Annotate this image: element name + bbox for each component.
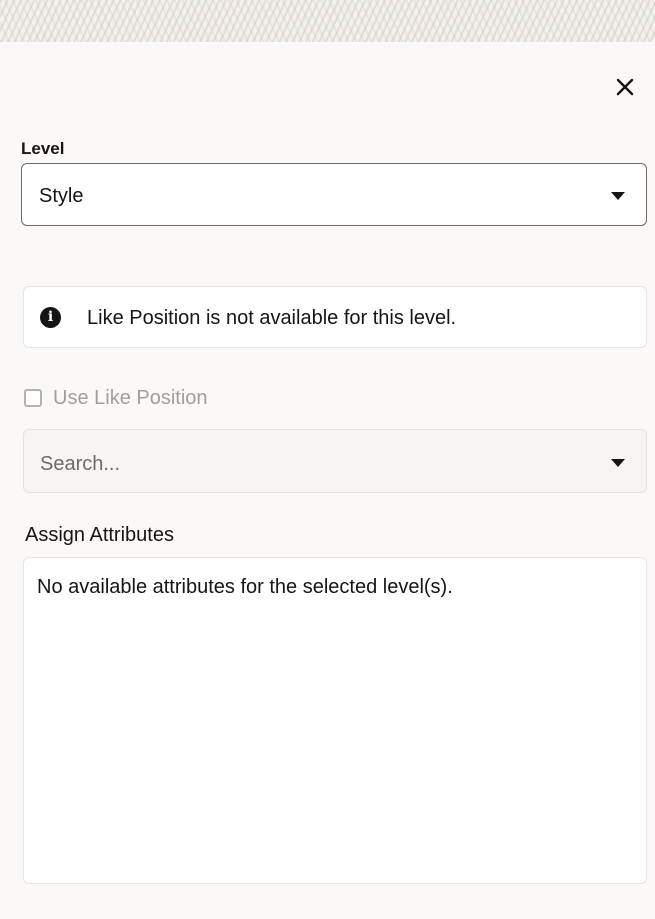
assign-attributes-label: Assign Attributes [25,524,174,546]
use-like-position-checkbox[interactable] [24,389,42,407]
info-icon: i [40,307,61,328]
caret-down-icon [611,459,625,467]
level-label: Level [21,139,65,158]
info-message-text: Like Position is not available for this … [87,307,457,329]
caret-down-icon [611,192,625,200]
close-button[interactable] [608,70,642,104]
level-select[interactable]: Style [21,163,647,226]
search-select[interactable]: Search... [23,429,647,493]
assign-attributes-panel: No available attributes for the selected… [23,557,647,884]
use-like-position-label: Use Like Position [53,386,208,409]
header-pattern-band [0,0,655,42]
search-placeholder: Search... [40,453,121,475]
assign-attributes-empty-message: No available attributes for the selected… [37,576,453,598]
info-message: i Like Position is not available for thi… [23,286,647,348]
use-like-position-row: Use Like Position [24,386,208,410]
close-icon [616,78,634,96]
level-selected-value: Style [39,185,84,207]
